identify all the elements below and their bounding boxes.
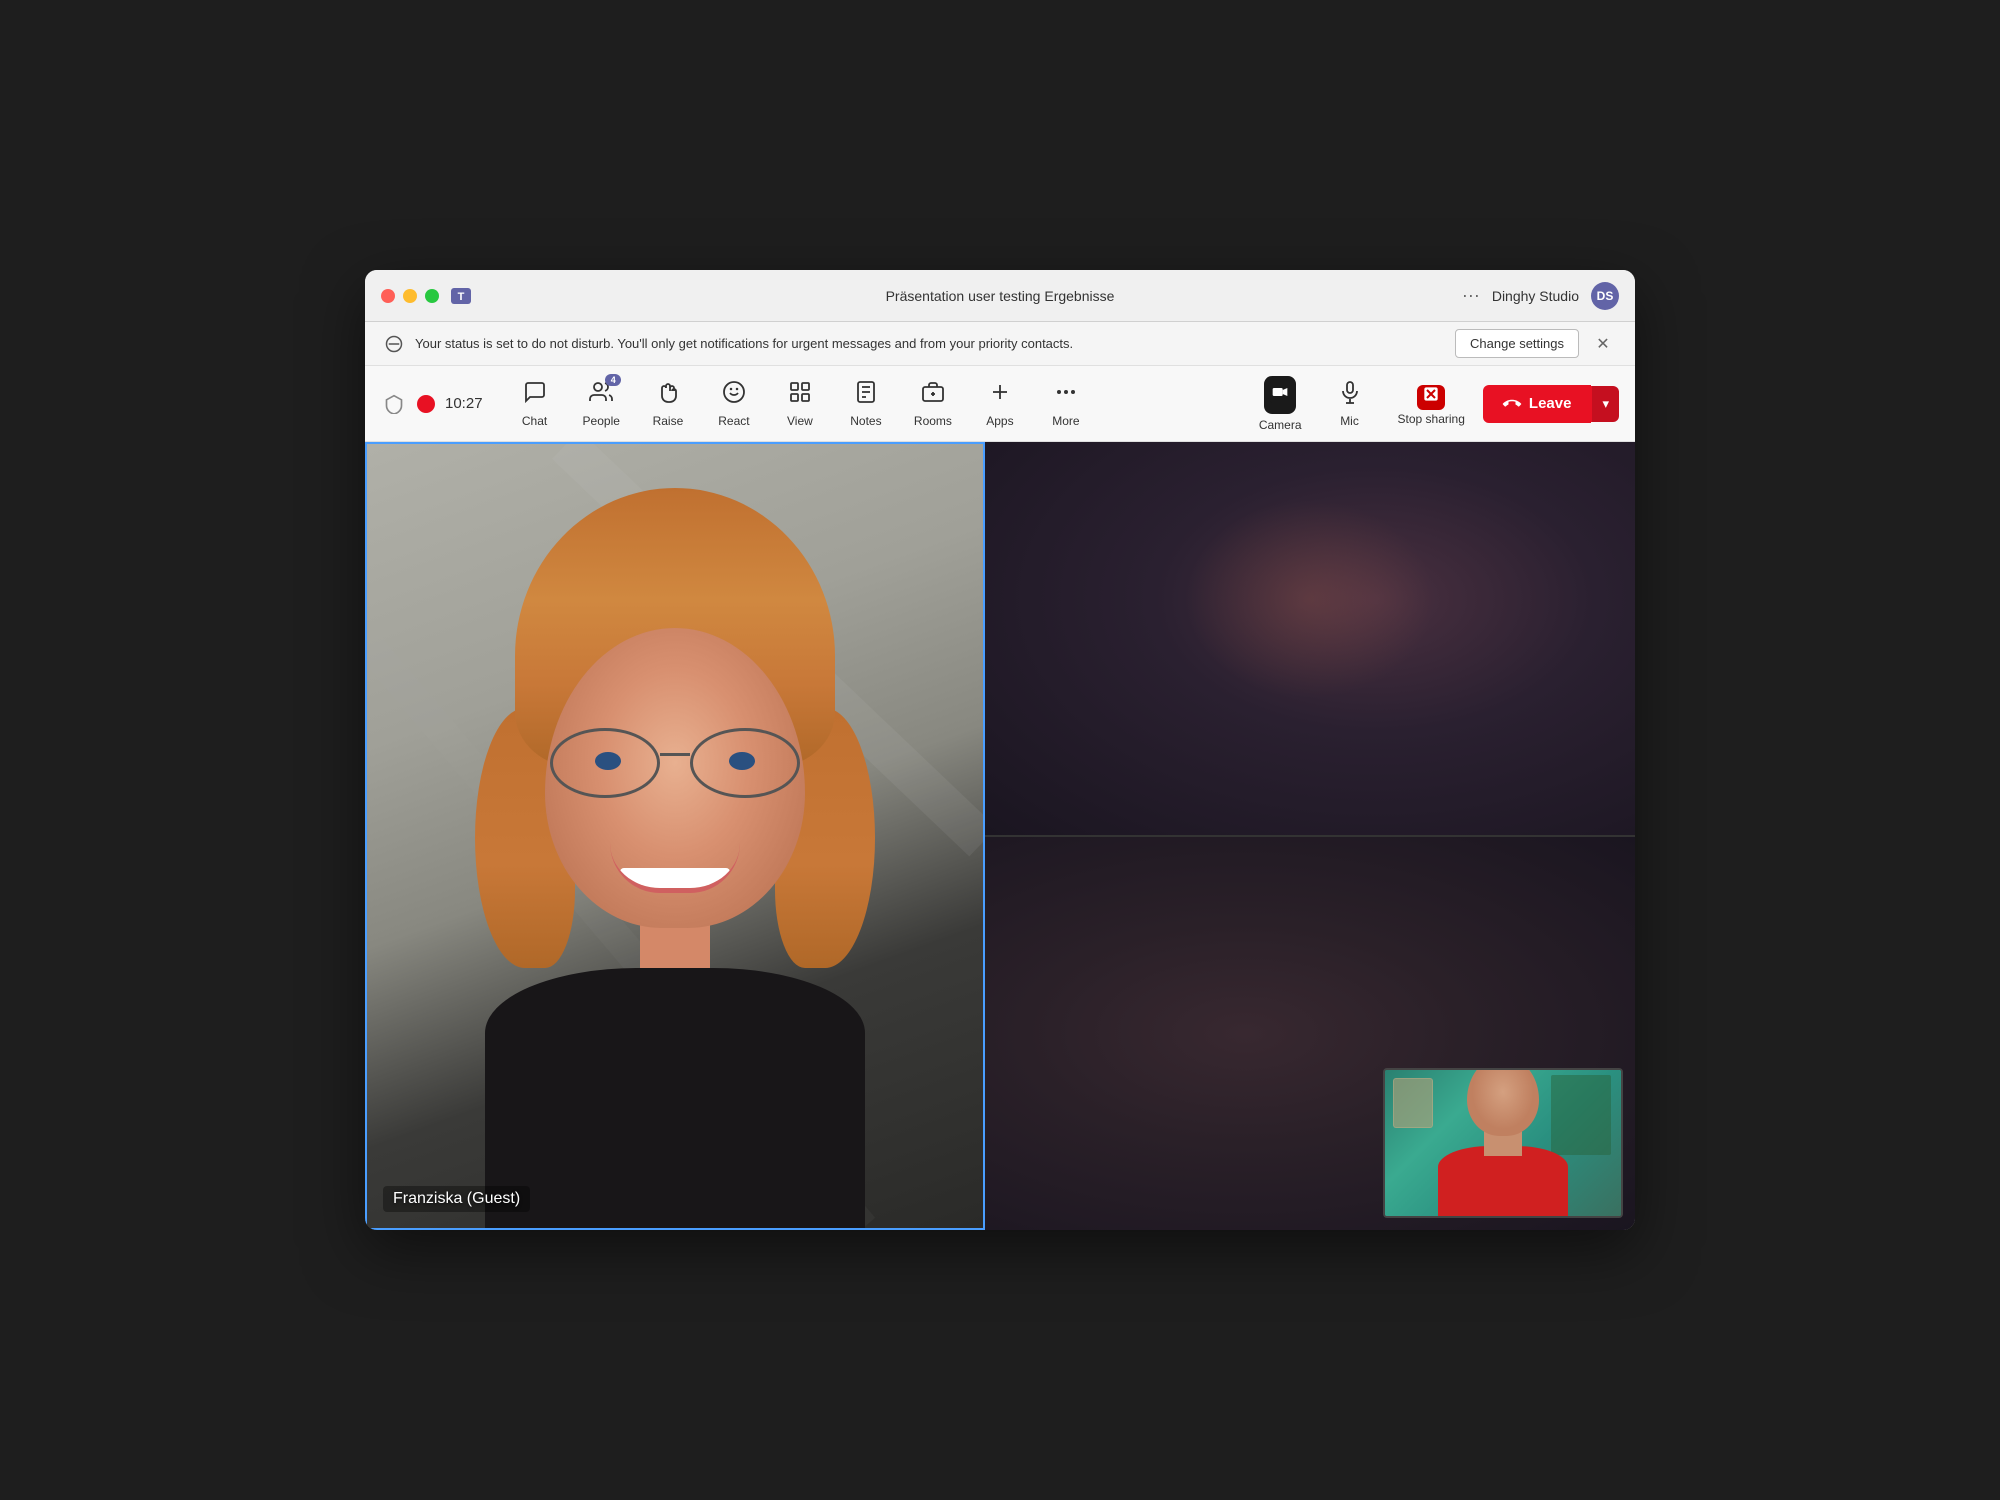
people-badge: 4 [605,374,621,386]
toolbar-item-notes[interactable]: Notes [834,372,898,436]
more-options-icon[interactable]: ··· [1462,285,1480,306]
timer-display: 10:27 [445,395,483,412]
toolbar-item-people[interactable]: 4 People [569,372,634,436]
react-icon [722,380,746,410]
toolbar-item-chat[interactable]: Chat [503,372,567,436]
mic-label: Mic [1340,414,1359,428]
toolbar-item-react[interactable]: React [702,372,766,436]
toolbar-left: 10:27 [381,391,483,417]
shield-icon [381,391,407,417]
raise-label: Raise [653,414,684,428]
notes-label: Notes [850,414,881,428]
window-title: Präsentation user testing Ergebnisse [886,288,1115,304]
stop-sharing-icon [1417,382,1445,408]
leave-chevron-button[interactable]: ▾ [1591,386,1619,422]
chat-label: Chat [522,414,547,428]
toolbar: 10:27 Chat [365,366,1635,442]
notes-icon [854,380,878,410]
video-area: Franziska (Guest) [365,442,1635,1230]
notification-text: Your status is set to do not disturb. Yo… [415,336,1443,351]
leave-button-group: Leave ▾ [1483,385,1619,423]
rooms-icon [921,380,945,410]
people-label: People [583,414,620,428]
toolbar-items: Chat 4 People [503,372,1241,436]
video-panel-top [985,442,1635,837]
raise-icon [656,380,680,410]
leave-button[interactable]: Leave [1483,385,1592,423]
do-not-disturb-icon [385,335,403,353]
traffic-lights [381,289,439,303]
participant-video [425,508,925,1228]
apps-label: Apps [986,414,1013,428]
notification-close-button[interactable]: ✕ [1591,332,1615,356]
self-view-pip [1383,1068,1623,1218]
apps-icon [988,380,1012,410]
titlebar-right: ··· Dinghy Studio DS [1462,282,1619,310]
teams-window: T Präsentation user testing Ergebnisse ·… [365,270,1635,1230]
chat-icon [523,380,547,410]
toolbar-item-view[interactable]: View [768,372,832,436]
participant-name: Franziska (Guest) [383,1186,530,1212]
stop-sharing-label: Stop sharing [1398,412,1465,426]
video-panel-bottom [985,837,1635,1230]
toolbar-item-mic[interactable]: Mic [1320,372,1380,436]
close-button[interactable] [381,289,395,303]
toolbar-item-camera[interactable]: Camera [1245,368,1316,440]
avatar[interactable]: DS [1591,282,1619,310]
recording-indicator [417,395,435,413]
toolbar-item-stop-sharing[interactable]: Stop sharing [1384,374,1479,434]
minimize-button[interactable] [403,289,417,303]
toolbar-item-apps[interactable]: Apps [968,372,1032,436]
notification-bar: Your status is set to do not disturb. Yo… [365,322,1635,366]
change-settings-button[interactable]: Change settings [1455,329,1579,358]
camera-icon [1264,376,1296,414]
more-label: More [1052,414,1079,428]
view-icon [788,380,812,410]
maximize-button[interactable] [425,289,439,303]
titlebar: T Präsentation user testing Ergebnisse ·… [365,270,1635,322]
studio-label: Dinghy Studio [1492,288,1579,304]
video-feed-top [985,442,1635,835]
svg-text:T: T [458,291,465,303]
rooms-label: Rooms [914,414,952,428]
toolbar-item-rooms[interactable]: Rooms [900,372,966,436]
more-icon [1054,380,1078,410]
camera-label: Camera [1259,418,1302,432]
people-icon: 4 [589,380,613,410]
main-video-panel: Franziska (Guest) [365,442,985,1230]
right-video-panels [985,442,1635,1230]
react-label: React [718,414,749,428]
view-label: View [787,414,813,428]
toolbar-item-raise[interactable]: Raise [636,372,700,436]
mic-icon [1338,380,1362,410]
teams-icon: T [449,284,473,308]
toolbar-item-more[interactable]: More [1034,372,1098,436]
